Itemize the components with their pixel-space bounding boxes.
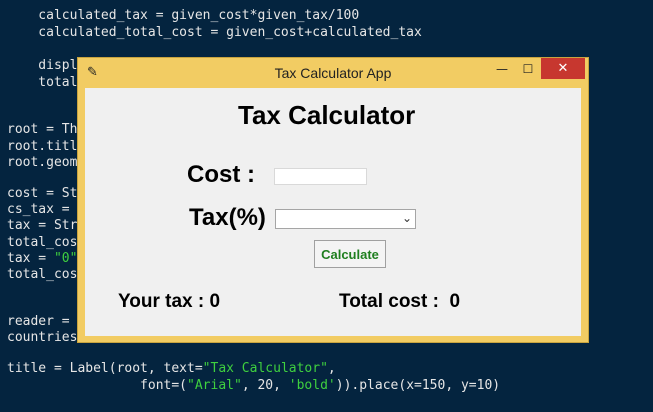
code-line: root.geom — [7, 155, 77, 170]
code-text: countries — [7, 330, 78, 345]
code-line: total — [7, 75, 77, 90]
code-line: cs_tax = — [7, 202, 77, 217]
code-text: , — [327, 361, 336, 376]
code-text: font=( — [7, 378, 188, 393]
code-line: total_cos — [7, 235, 77, 250]
code-string-literal: "0" — [53, 251, 78, 266]
code-text: tax = — [7, 251, 54, 266]
code-line: calculated_total_cost = given_cost+calcu… — [7, 25, 422, 40]
code-line: font=("Arial", 20, 'bold')).place(x=150,… — [7, 378, 500, 393]
cost-input[interactable] — [274, 168, 367, 185]
close-button[interactable]: ✕ — [541, 58, 585, 79]
code-text: root = Th — [7, 122, 78, 137]
code-text: root.titl — [7, 139, 78, 154]
code-line: calculated_tax = given_cost*given_tax/10… — [7, 8, 359, 23]
code-text: cost = St — [7, 186, 78, 201]
tax-label: Tax(%) — [189, 204, 266, 231]
window-title-bar[interactable]: ✎ Tax Calculator App — ☐ ✕ — [78, 58, 588, 88]
minimize-button[interactable]: — — [489, 58, 515, 79]
calculate-button[interactable]: Calculate — [314, 240, 386, 268]
code-text: total_cos — [7, 235, 78, 250]
chevron-down-icon[interactable]: ⌄ — [402, 211, 412, 225]
your-tax-result: Your tax : 0 — [118, 291, 221, 312]
code-text: cs_tax = — [7, 202, 78, 217]
code-line: root.titl — [7, 139, 77, 154]
code-line: title = Label(root, text="Tax Calculator… — [7, 361, 336, 376]
code-text: root.geom — [7, 155, 78, 170]
code-text: total — [7, 75, 78, 90]
code-line: root = Th — [7, 122, 77, 137]
code-line: tax = "0" — [7, 251, 77, 266]
tax-dropdown[interactable]: ⌄ — [275, 209, 416, 229]
code-string-literal: "Tax Calculator" — [202, 361, 328, 376]
code-line: countries — [7, 330, 77, 345]
code-text: calculated_tax = given_cost*given_tax/10… — [7, 8, 360, 23]
code-line: total_cos — [7, 267, 77, 282]
tax-calculator-window: ✎ Tax Calculator App — ☐ ✕ Tax Calculato… — [77, 57, 589, 343]
app-client-area: Tax Calculator Cost : Tax(%) ⌄ Calculate… — [85, 88, 581, 336]
code-line: cost = St — [7, 186, 77, 201]
code-text: total_cos — [7, 267, 78, 282]
page-title: Tax Calculator — [238, 100, 416, 130]
code-line: tax = Str — [7, 218, 77, 233]
code-text: reader = — [7, 314, 78, 329]
code-string-literal: "Arial" — [187, 378, 242, 393]
maximize-button[interactable]: ☐ — [515, 58, 541, 79]
code-text: calculated_total_cost = given_cost+calcu… — [7, 25, 422, 40]
code-text: , 20, — [241, 378, 289, 393]
total-cost-result: Total cost : 0 — [339, 291, 461, 312]
cost-label: Cost : — [187, 161, 255, 188]
code-text: title = Label(root, text= — [7, 361, 203, 376]
code-text: displ — [7, 58, 78, 73]
code-line: displ — [7, 58, 77, 73]
code-line: reader = — [7, 314, 77, 329]
code-text: tax = Str — [7, 218, 78, 233]
code-text: )).place(x=150, y=10) — [335, 378, 501, 393]
code-string-literal: 'bold' — [288, 378, 336, 393]
